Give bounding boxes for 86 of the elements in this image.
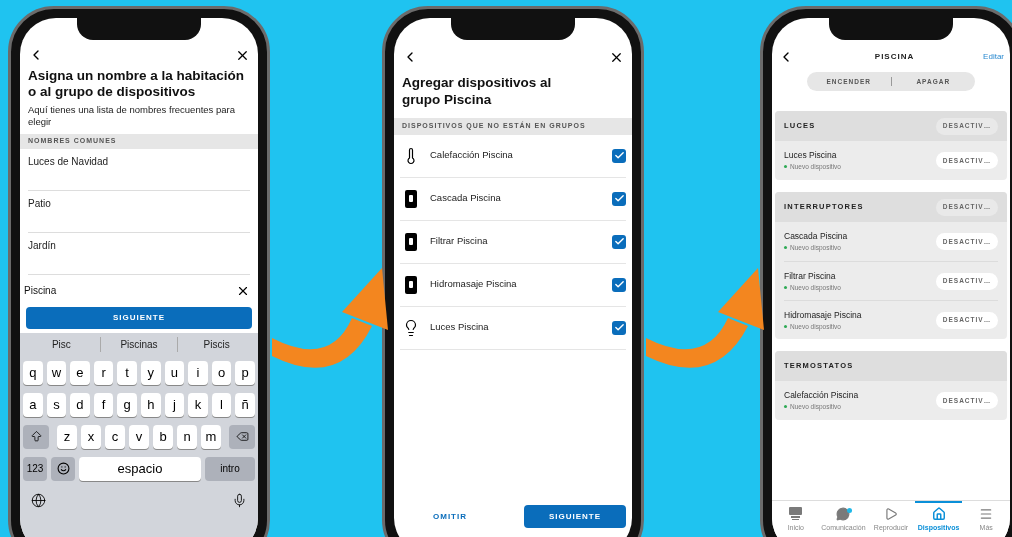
numbers-key[interactable]: 123 [23,456,47,481]
menu-icon [979,507,994,522]
device-name: Hidromasaje Piscina [784,308,862,322]
keyboard-key[interactable]: i [188,360,208,385]
shift-arrow-icon [29,430,43,443]
next-button[interactable]: SIGUIENTE [524,505,626,528]
check-icon [613,150,625,161]
keyboard-key[interactable]: u [164,360,185,385]
device-name: Cascada Piscina [784,230,848,243]
keyboard-key[interactable]: c [105,424,125,449]
check-icon [613,236,625,247]
keyboard-key[interactable]: m [201,424,221,449]
keyboard-key[interactable]: j [164,392,185,417]
backspace-icon [235,430,249,443]
name-option[interactable]: Jardín [28,232,250,275]
shift-key[interactable] [23,424,49,449]
device-name: Calefacción Piscina [430,148,514,163]
word-suggestion[interactable]: Piscinas [99,337,178,352]
edit-link[interactable]: Editar [983,51,1004,63]
device-name: Luces Piscina [430,320,490,335]
keyboard-key[interactable]: x [81,424,101,449]
microphone-icon[interactable] [232,492,247,508]
device-name: Filtrar Piscina [784,269,837,283]
keyboard-key[interactable]: n [177,424,197,449]
keyboard-key[interactable]: k [188,392,208,417]
check-icon [613,322,625,333]
page-title: Asigna un nombre a la habitación o al grupo de dispositivos [27,68,246,100]
page-subtitle: Aquí tienes una lista de nombres frecuentes para elegir [27,104,236,128]
checkbox[interactable] [612,148,626,163]
keyboard-key[interactable]: z [57,424,77,449]
speech-bubble-icon [836,507,851,522]
keyboard-key[interactable]: q [23,360,43,385]
emoji-key[interactable] [51,456,75,481]
keyboard-key[interactable]: y [140,360,161,385]
device-row[interactable]: Filtrar Piscina [400,220,626,264]
backspace-key[interactable] [229,424,255,449]
checkbox[interactable] [612,320,626,335]
checkbox[interactable] [612,191,626,206]
keyboard-key[interactable]: t [117,360,137,385]
keyboard-key[interactable]: r [93,360,114,385]
switch-icon [405,232,417,251]
device-row[interactable]: Calefacción Piscina [400,134,626,178]
keyboard-key[interactable]: o [211,360,232,385]
monitor-icon [789,507,803,522]
space-key[interactable]: espacio [79,456,201,481]
keyboard-key[interactable]: f [93,392,114,417]
house-icon [931,507,946,522]
keyboard-key[interactable]: d [70,392,90,417]
keyboard-key[interactable]: g [117,392,137,417]
enter-key[interactable]: intro [205,456,255,481]
keyboard-key[interactable]: ñ [235,392,255,417]
device-name: Cascada Piscina [430,191,502,206]
keyboard-key[interactable]: a [23,392,43,417]
device-name: Calefacción Piscina [784,389,859,402]
device-row[interactable]: Hidromasaje Piscina [400,263,626,307]
switch-icon [405,189,417,208]
name-option[interactable]: Patio [28,190,250,233]
globe-icon[interactable] [31,492,46,508]
keyboard-key[interactable]: p [235,360,255,385]
check-icon [613,279,625,290]
play-icon [884,507,898,522]
word-suggestion[interactable]: Pisc [23,337,100,352]
checkbox[interactable] [612,277,626,292]
keyboard-key[interactable]: b [153,424,173,449]
name-input-field[interactable]: Piscina [24,283,174,298]
keyboard-key[interactable]: l [211,392,232,417]
device-name: Hidromasaje Piscina [430,277,518,292]
keyboard-key[interactable]: w [46,360,67,385]
smiley-icon [56,462,70,475]
device-name: Luces Piscina [784,149,838,162]
device-row[interactable]: Luces Piscina [400,306,626,350]
switch-icon [405,275,417,294]
keyboard-key[interactable]: h [140,392,161,417]
next-button[interactable]: SIGUIENTE [26,306,252,329]
device-row[interactable]: Cascada Piscina [400,177,626,221]
name-option[interactable]: Luces de Navidad [28,148,250,191]
device-name: Filtrar Piscina [430,234,489,249]
page-title: PISCINA [873,51,916,63]
check-icon [613,193,625,204]
page-title: Agregar dispositivos al grupo Piscina [401,74,553,108]
keyboard-key[interactable]: e [70,360,90,385]
checkbox[interactable] [612,234,626,249]
skip-button[interactable]: OMITIR [400,505,500,528]
word-suggestion[interactable]: Piscis [177,337,255,352]
keyboard-key[interactable]: v [129,424,149,449]
keyboard-key[interactable]: s [46,392,67,417]
